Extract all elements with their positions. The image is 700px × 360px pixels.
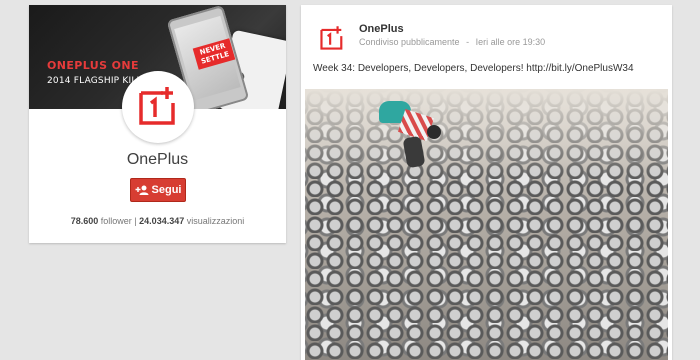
post-text: Week 34: Developers, Developers, Develop… <box>313 63 634 74</box>
follow-button-label: Segui <box>151 184 182 196</box>
person-head <box>427 125 441 139</box>
post-author-name[interactable]: OnePlus <box>359 23 404 35</box>
image-floor <box>305 89 668 179</box>
add-person-icon <box>135 185 149 195</box>
followers-label: follower <box>100 216 132 226</box>
post-meta: Condiviso pubblicamente - Ieri alle ore … <box>359 37 545 47</box>
profile-stats: 78.600 follower | 24.034.347 visualizzaz… <box>29 216 286 226</box>
post-card: OnePlus Condiviso pubblicamente - Ieri a… <box>301 5 672 360</box>
post-visibility[interactable]: Condiviso pubblicamente <box>359 37 460 47</box>
image-person <box>379 101 449 181</box>
views-label: visualizzazioni <box>186 216 245 226</box>
post-author-avatar[interactable] <box>319 25 345 56</box>
follow-button[interactable]: Segui <box>130 178 186 202</box>
oneplus-logo-icon <box>320 26 343 50</box>
profile-avatar[interactable] <box>122 71 194 143</box>
person-legs <box>402 135 426 169</box>
post-timestamp[interactable]: Ieri alle ore 19:30 <box>476 37 546 47</box>
cover-headline: ONEPLUS ONE <box>47 59 139 72</box>
views-count: 24.034.347 <box>139 216 185 226</box>
post-image[interactable] <box>305 89 668 360</box>
meta-separator: - <box>466 37 470 47</box>
profile-name[interactable]: OnePlus <box>29 151 286 169</box>
followers-count: 78.600 <box>70 216 99 226</box>
oneplus-logo-icon <box>139 87 175 125</box>
profile-card: NEVER SETTLE ONEPLUS ONE 2014 FLAGSHIP K… <box>29 5 286 243</box>
stats-separator: | <box>134 216 137 226</box>
